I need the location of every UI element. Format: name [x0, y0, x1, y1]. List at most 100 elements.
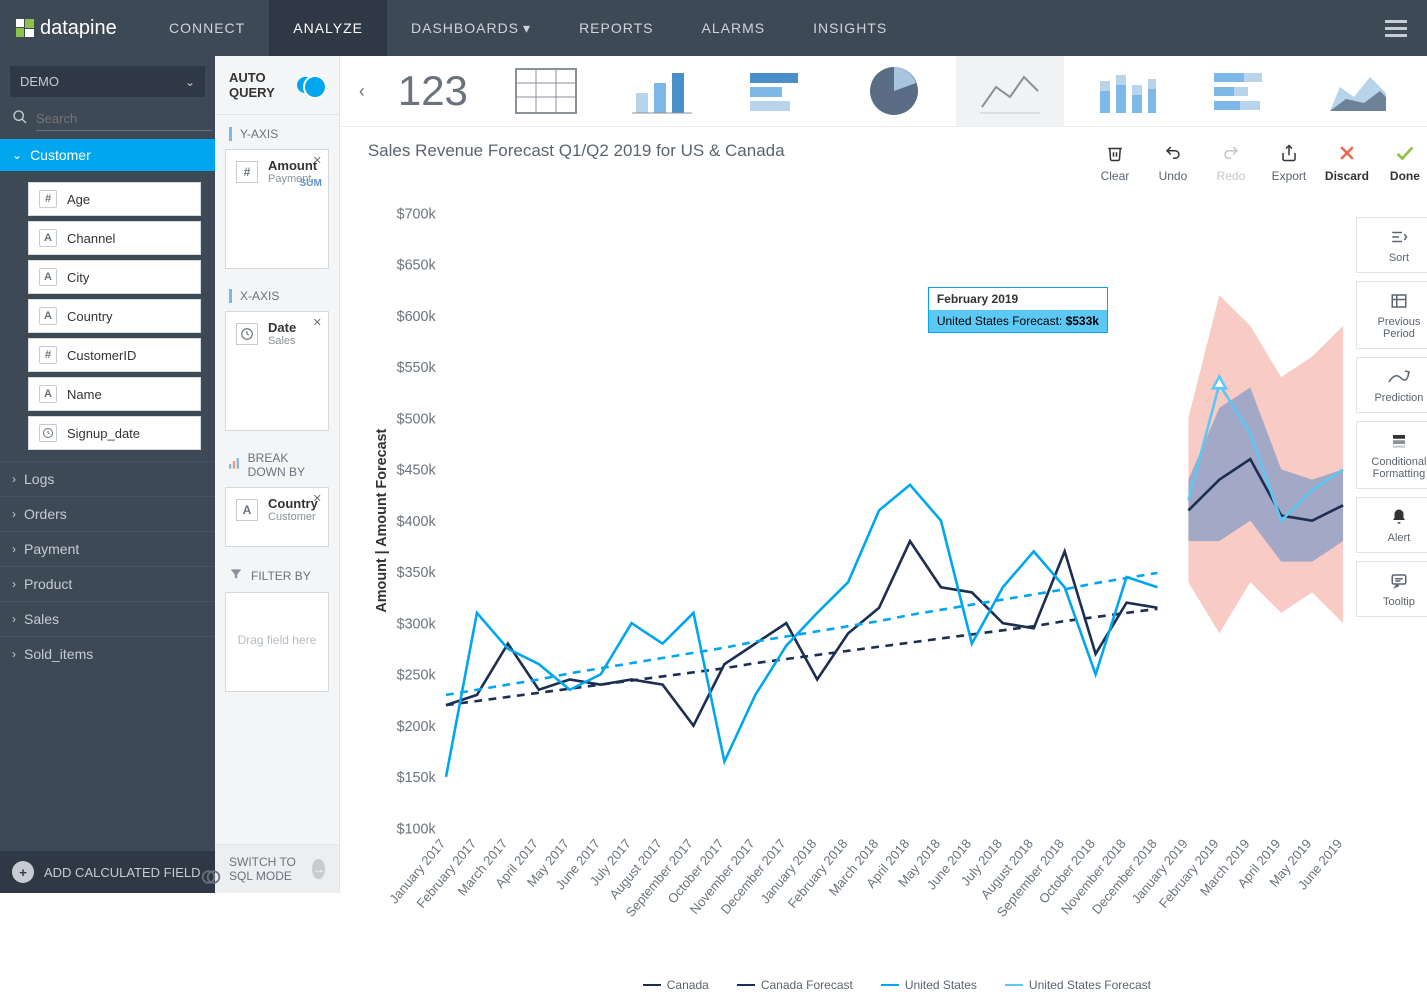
close-icon[interactable]: ✕: [313, 316, 322, 329]
tool-label: Previous Period: [1361, 316, 1427, 340]
chevron-right-icon: ›: [12, 612, 16, 626]
nav-dashboards[interactable]: DASHBOARDS ▾: [387, 0, 555, 56]
close-icon[interactable]: ✕: [313, 492, 322, 505]
text-icon: A: [39, 385, 57, 403]
tool-icon: [1361, 290, 1427, 312]
field-city[interactable]: ACity: [28, 260, 201, 294]
tree-item-sales[interactable]: ›Sales: [0, 601, 215, 636]
breakdown-icon: [229, 458, 240, 472]
chart-type-area[interactable]: [1304, 56, 1412, 126]
chart-type-line[interactable]: [956, 56, 1064, 126]
tooltip-month: February 2019: [929, 288, 1107, 310]
svg-text:$150k: $150k: [397, 770, 437, 786]
tree-item-payment[interactable]: ›Payment: [0, 531, 215, 566]
strip-prev-icon[interactable]: ‹: [350, 81, 374, 102]
chart-type-bar-h[interactable]: [724, 56, 832, 126]
add-calc-label: ADD CALCULATED FIELD: [44, 865, 201, 880]
tool-conditional-formatting[interactable]: Conditional Formatting: [1356, 421, 1427, 489]
field-age[interactable]: # Age: [28, 182, 201, 216]
field-country[interactable]: ACountry: [28, 299, 201, 333]
tool-label: Sort: [1361, 252, 1427, 264]
svg-text:$500k: $500k: [397, 411, 437, 427]
database-select[interactable]: DEMO ⌄: [10, 66, 205, 97]
field-signup_date[interactable]: Signup_date: [28, 416, 201, 450]
chart-type-column[interactable]: [608, 56, 716, 126]
hash-icon: #: [39, 346, 57, 364]
tool-tooltip[interactable]: Tooltip: [1356, 561, 1427, 617]
tree-header-customer[interactable]: ⌄ Customer: [0, 139, 215, 171]
x-axis-field-card[interactable]: Date Sales ✕: [226, 312, 328, 355]
chart-type-pie[interactable]: [840, 56, 948, 126]
done-button[interactable]: Done: [1376, 141, 1427, 183]
nav-analyze[interactable]: ANALYZE: [269, 0, 387, 56]
tree-item-product[interactable]: ›Product: [0, 566, 215, 601]
svg-text:$550k: $550k: [397, 360, 437, 376]
chart-type-stacked-bar[interactable]: [1188, 56, 1296, 126]
chevron-down-icon: ▾: [523, 20, 531, 37]
database-name: DEMO: [20, 74, 59, 89]
clock-icon: [39, 424, 57, 442]
tree-item-orders[interactable]: ›Orders: [0, 496, 215, 531]
legend-item[interactable]: Canada: [643, 978, 709, 992]
arrow-right-icon: →: [312, 859, 325, 879]
search-input[interactable]: [36, 107, 212, 131]
chart-title: Sales Revenue Forecast Q1/Q2 2019 for US…: [368, 141, 1086, 161]
tool-previous-period[interactable]: Previous Period: [1356, 281, 1427, 349]
tool-prediction[interactable]: Prediction: [1356, 357, 1427, 413]
tree-label: Orders: [24, 506, 67, 522]
chart-canvas[interactable]: $100k$150k$200k$250k$300k$350k$400k$450k…: [368, 187, 1356, 972]
close-icon[interactable]: ✕: [313, 154, 322, 167]
tool-sort[interactable]: Sort: [1356, 217, 1427, 273]
legend-item[interactable]: United States: [881, 978, 977, 992]
nav-insights[interactable]: INSIGHTS: [789, 0, 911, 56]
legend-swatch: [881, 984, 899, 986]
legend-item[interactable]: Canada Forecast: [737, 978, 853, 992]
aggregation-label[interactable]: SUM: [300, 178, 322, 189]
redo-button[interactable]: Redo: [1202, 141, 1260, 183]
hash-icon: #: [39, 190, 57, 208]
switch-sql-button[interactable]: SWITCH TO SQL MODE →: [215, 844, 339, 893]
tool-alert[interactable]: Alert: [1356, 497, 1427, 553]
svg-text:$100k: $100k: [397, 821, 437, 837]
tree-item-logs[interactable]: ›Logs: [0, 461, 215, 496]
filter-icon: [229, 567, 243, 584]
legend-item[interactable]: United States Forecast: [1005, 978, 1151, 992]
strip-number[interactable]: 123: [382, 67, 484, 115]
nav-alarms[interactable]: ALARMS: [678, 0, 790, 56]
discard-button[interactable]: Discard: [1318, 141, 1376, 183]
legend-swatch: [737, 984, 755, 986]
add-calculated-field-button[interactable]: + ADD CALCULATED FIELD: [0, 851, 215, 893]
y-axis-field-card[interactable]: # Amount Payment ✕ SUM: [226, 150, 328, 193]
venn-icon: [201, 867, 221, 887]
auto-query-toggle[interactable]: [297, 77, 325, 93]
tree-item-sold_items[interactable]: ›Sold_items: [0, 636, 215, 671]
field-label: Name: [67, 387, 102, 402]
field-channel[interactable]: AChannel: [28, 221, 201, 255]
text-icon: A: [39, 229, 57, 247]
field-customerid[interactable]: #CustomerID: [28, 338, 201, 372]
breakdown-field-card[interactable]: A Country Customer ✕: [226, 488, 328, 531]
hamburger-menu-icon[interactable]: [1365, 16, 1427, 41]
field-name[interactable]: A Name: [28, 377, 201, 411]
chart-type-stacked-column[interactable]: [1072, 56, 1180, 126]
nav-reports[interactable]: REPORTS: [555, 0, 677, 56]
tool-icon: [1361, 506, 1427, 528]
tool-label: Prediction: [1361, 392, 1427, 404]
x-axis-dropzone[interactable]: Date Sales ✕: [225, 311, 329, 431]
field-label: Age: [67, 192, 90, 207]
export-button[interactable]: Export: [1260, 141, 1318, 183]
tool-icon: [1361, 430, 1427, 452]
chart-type-table[interactable]: [492, 56, 600, 126]
main-area: ‹ 123 › Sales Revenue Forecast Q1/Q2 201…: [340, 56, 1427, 893]
breakdown-dropzone[interactable]: A Country Customer ✕: [225, 487, 329, 547]
chart-legend: Canada Canada Forecast United States United…: [340, 972, 1427, 1002]
undo-button[interactable]: Undo: [1144, 141, 1202, 183]
y-axis-label: Y-AXIS: [240, 127, 278, 141]
clear-button[interactable]: Clear: [1086, 141, 1144, 183]
strip-next-icon[interactable]: ›: [1420, 81, 1427, 102]
filter-dropzone[interactable]: Drag field here: [225, 592, 329, 692]
field-label: City: [67, 270, 89, 285]
nav-connect[interactable]: CONNECT: [145, 0, 269, 56]
chart-header: Sales Revenue Forecast Q1/Q2 2019 for US…: [340, 127, 1427, 187]
y-axis-dropzone[interactable]: # Amount Payment ✕ SUM: [225, 149, 329, 269]
